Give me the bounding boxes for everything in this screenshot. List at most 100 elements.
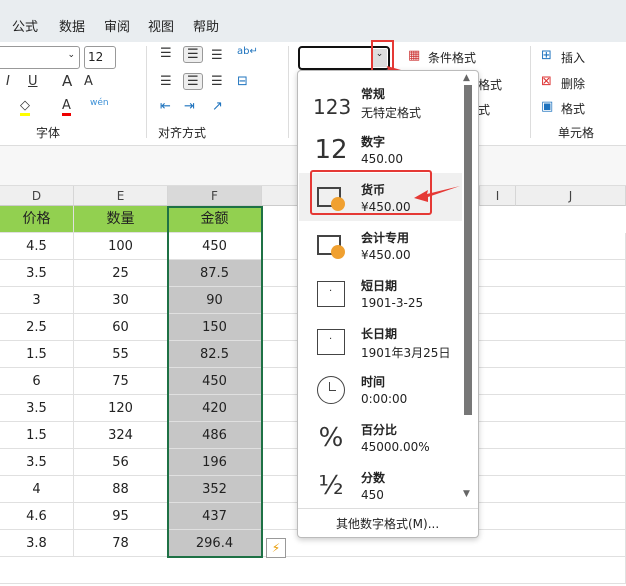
font-group-label: 字体 [36, 126, 61, 140]
table-cell[interactable]: 56 [74, 449, 168, 476]
table-cell[interactable]: 6 [0, 368, 74, 395]
format-option[interactable]: 12 数字 450.00 [299, 125, 462, 173]
column-header-f[interactable]: F [168, 186, 262, 206]
format-sample: ¥450.00 [361, 248, 411, 262]
column-header-j[interactable]: J [516, 186, 626, 206]
insert-button[interactable]: 插入 [561, 49, 585, 66]
table-cell[interactable]: 1.5 [0, 422, 74, 449]
orientation-button[interactable]: ↗ [212, 99, 223, 114]
number-icon: 12 [314, 135, 348, 165]
align-center-button[interactable]: ☰ [183, 73, 203, 90]
ribbon-tabs: 公式 数据 审阅 视图 帮助 [0, 0, 626, 42]
table-cell[interactable]: 30 [74, 287, 168, 314]
table-cell[interactable]: 120 [74, 395, 168, 422]
format-option[interactable]: 会计专用 ¥450.00 [299, 221, 462, 269]
font-name-select[interactable]: ⌄ [0, 46, 80, 69]
format-name: 长日期 [361, 327, 398, 341]
align-left-button[interactable]: ☰ [160, 74, 172, 89]
calendar-icon: · [313, 277, 349, 311]
table-cell[interactable]: 3 [0, 287, 74, 314]
table-cell[interactable]: 100 [74, 233, 168, 260]
format-name: 数字 [361, 135, 386, 149]
clock-123-icon: 123 [313, 95, 352, 119]
format-name: 百分比 [361, 423, 398, 437]
shrink-font-button[interactable]: A [84, 74, 93, 89]
table-cell[interactable]: 3.8 [0, 530, 74, 557]
arrow-annotation-currency [414, 186, 460, 202]
delete-icon: ⊠ [541, 74, 552, 89]
column-header-e[interactable]: E [74, 186, 168, 206]
percent-icon: % [318, 423, 344, 453]
table-cell[interactable]: 4.6 [0, 503, 74, 530]
column-header-d[interactable]: D [0, 186, 74, 206]
align-top-button[interactable]: ☰ [160, 46, 172, 61]
format-sample: 0:00:00 [361, 392, 408, 406]
conditional-format-button[interactable]: 条件格式 [428, 49, 476, 66]
underline-button[interactable]: U [28, 74, 38, 89]
italic-button[interactable]: I [6, 74, 10, 89]
increase-indent-button[interactable]: ⇥ [184, 99, 195, 114]
format-option[interactable]: · 长日期 1901年3月25日 [299, 317, 462, 365]
table-cell[interactable]: 2.5 [0, 314, 74, 341]
table-cell[interactable]: 60 [74, 314, 168, 341]
format-button[interactable]: 格式 [561, 100, 585, 117]
header-cell[interactable]: 价格 [0, 206, 74, 233]
table-cell[interactable]: 324 [74, 422, 168, 449]
align-right-button[interactable]: ☰ [211, 74, 223, 89]
font-size-select[interactable]: 12 [84, 46, 116, 69]
fraction-icon: ½ [318, 471, 344, 501]
scrollbar-thumb[interactable] [464, 85, 472, 415]
format-name: 常规 [361, 87, 386, 101]
tab-formulas[interactable]: 公式 [12, 16, 38, 35]
format-option[interactable]: 时间 0:00:00 [299, 365, 462, 413]
tab-data[interactable]: 数据 [59, 16, 85, 35]
tab-view[interactable]: 视图 [148, 16, 174, 35]
scroll-down-icon[interactable]: ▼ [463, 489, 470, 499]
accounting-icon [313, 229, 349, 263]
fill-color-button[interactable]: ◇ [20, 98, 30, 116]
header-cell[interactable]: 数量 [74, 206, 168, 233]
align-bottom-button[interactable]: ☰ [211, 48, 223, 63]
table-cell[interactable]: 1.5 [0, 341, 74, 368]
quick-analysis-icon[interactable]: ⚡ [266, 538, 286, 558]
format-option[interactable]: % 百分比 45000.00% [299, 413, 462, 461]
table-cell[interactable]: 3.5 [0, 395, 74, 422]
format-sample: 450 [361, 488, 384, 502]
table-cell[interactable]: 25 [74, 260, 168, 287]
merge-center-button[interactable]: ⊟ [237, 74, 248, 89]
format-sample: 1901年3月25日 [361, 346, 451, 360]
table-cell[interactable]: 75 [74, 368, 168, 395]
grow-font-button[interactable]: A [62, 72, 72, 90]
table-format-button[interactable]: 格式 [478, 76, 502, 93]
format-name: 会计专用 [361, 231, 410, 245]
align-middle-button[interactable]: ☰ [183, 46, 203, 63]
empty-row[interactable] [0, 557, 626, 584]
table-cell[interactable]: 95 [74, 503, 168, 530]
table-cell[interactable]: 4 [0, 476, 74, 503]
scroll-up-icon[interactable]: ▲ [463, 73, 470, 83]
table-cell[interactable]: 4.5 [0, 233, 74, 260]
calendar-icon: · [313, 325, 349, 359]
format-name: 时间 [361, 375, 386, 389]
cell-style-button[interactable]: 式 [478, 101, 490, 118]
column-header-i[interactable]: I [480, 186, 516, 206]
font-color-button[interactable]: A [62, 98, 71, 116]
font-size-value: 12 [88, 50, 104, 64]
tab-review[interactable]: 审阅 [104, 16, 130, 35]
table-cell[interactable]: 3.5 [0, 260, 74, 287]
table-cell[interactable]: 3.5 [0, 449, 74, 476]
wrap-text-button[interactable]: ab↵ [237, 46, 258, 57]
format-name: 短日期 [361, 279, 398, 293]
table-cell[interactable]: 88 [74, 476, 168, 503]
cells-group-label: 单元格 [558, 126, 595, 140]
table-cell[interactable]: 55 [74, 341, 168, 368]
delete-button[interactable]: 删除 [561, 75, 585, 92]
tab-help[interactable]: 帮助 [193, 16, 219, 35]
decrease-indent-button[interactable]: ⇤ [160, 99, 171, 114]
format-option[interactable]: · 短日期 1901-3-25 [299, 269, 462, 317]
more-number-formats[interactable]: 其他数字格式(M)... [336, 515, 439, 532]
table-cell[interactable]: 78 [74, 530, 168, 557]
phonetic-button[interactable]: wén [90, 98, 109, 108]
format-option[interactable]: ½ 分数 450 [299, 461, 462, 509]
format-option[interactable]: 123 常规 无特定格式 [299, 77, 462, 125]
